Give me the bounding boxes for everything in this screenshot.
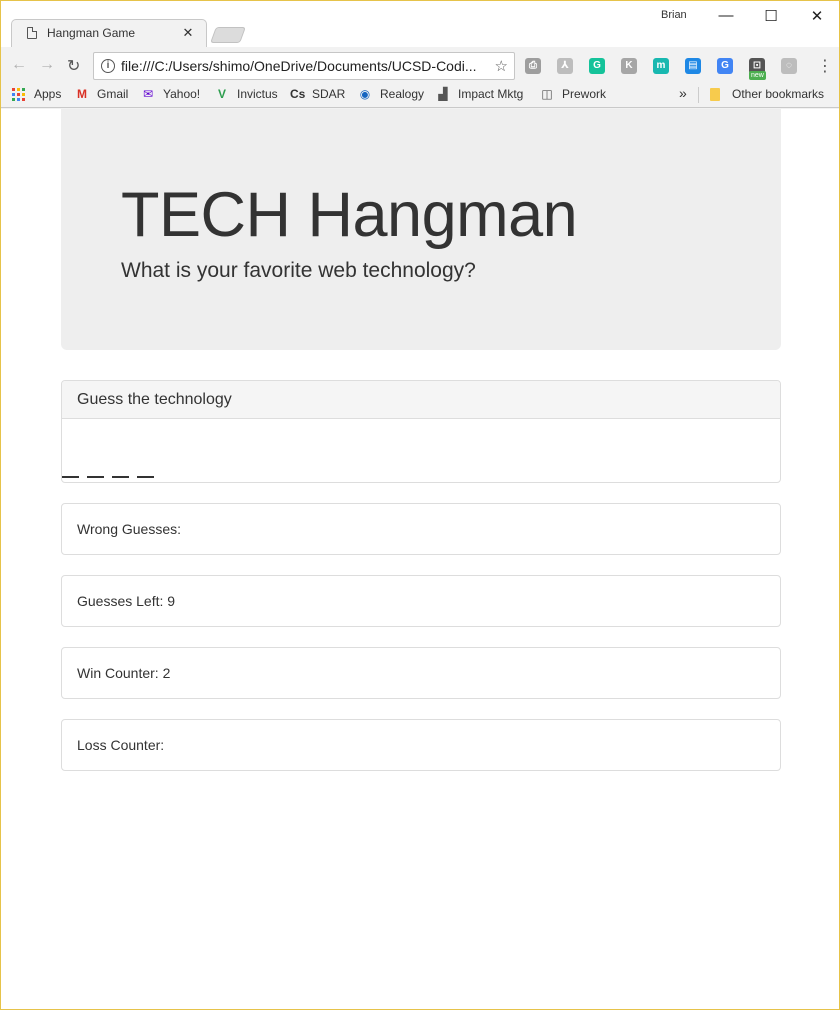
bookmark-label: Gmail [97,87,129,101]
letter-blank [87,476,104,478]
letter-blank [112,476,129,478]
browser-chrome: Hangman Game ✕ Brian — ☐ ✕ ← → ↻ i file:… [1,1,839,109]
guesses-left: Guesses Left: 9 [61,575,781,627]
grammarly-icon[interactable]: G [589,58,605,74]
new-badge: new [749,71,766,80]
bookmark-invictus[interactable]: V Invictus [215,87,278,101]
pdf-icon[interactable]: ⅄ [557,58,573,74]
letter-blank [137,476,154,478]
jumbotron: TECH Hangman What is your favorite web t… [61,109,781,350]
word-panel-body [62,419,780,482]
bookmark-yahoo[interactable]: ✉ Yahoo! [141,87,200,101]
bookmarks-bar: Apps M Gmail ✉ Yahoo! V Invictus Cs SDAR… [1,83,839,108]
maximize-icon[interactable]: ☐ [761,7,781,25]
word-panel: Guess the technology [61,380,781,483]
url-text[interactable]: file:///C:/Users/shimo/OneDrive/Document… [121,58,495,74]
translate-icon[interactable]: G [717,58,733,74]
bookmark-prework[interactable]: ◫ Prework [540,87,606,101]
realogy-icon: ◉ [359,87,371,101]
letter-blank [62,476,79,478]
bookmark-realogy[interactable]: ◉ Realogy [358,87,424,101]
folder-icon [710,87,720,101]
minimize-icon[interactable]: — [716,7,736,24]
page-title: TECH Hangman [121,180,578,250]
bookmark-star-icon[interactable]: ☆ [495,57,508,75]
bookmark-label: Yahoo! [163,87,201,101]
reader-icon[interactable]: ▤ [685,58,701,74]
close-window-icon[interactable]: ✕ [807,7,827,25]
browser-toolbar: ← → ↻ i file:///C:/Users/shimo/OneDrive/… [1,47,839,83]
bookmark-label: Invictus [237,87,278,101]
sdar-icon: Cs [290,87,306,101]
bookmark-gmail[interactable]: M Gmail [75,87,128,101]
profile-name[interactable]: Brian [661,9,687,21]
bookmark-label: Apps [34,87,62,101]
word-blanks [62,476,154,478]
wrong-guesses: Wrong Guesses: [61,503,781,555]
bookmark-label: Prework [562,87,607,101]
bookmarks-overflow-icon[interactable]: » [679,85,687,101]
tab-title: Hangman Game [47,26,136,40]
tab-content[interactable]: Hangman Game ✕ [19,19,199,47]
bookmark-label: Impact Mktg [458,87,524,101]
bookmark-impact-mktg[interactable]: ▟ Impact Mktg [436,87,523,101]
prework-icon: ◫ [541,87,553,101]
bookmark-other[interactable]: Other bookmarks [710,87,824,101]
info-icon[interactable]: i [101,59,115,73]
gmail-icon: M [77,87,87,101]
invictus-icon: V [217,87,226,101]
new-tab-button[interactable] [210,27,246,43]
loss-counter: Loss Counter: [61,719,781,771]
document-icon [27,27,37,39]
page-subtitle: What is your favorite web technology? [121,259,476,282]
reload-icon[interactable]: ↻ [67,56,80,76]
bookmark-sdar[interactable]: Cs SDAR [290,87,345,101]
bookmarks-divider [698,87,699,103]
print-icon[interactable]: ⎙ [525,58,541,74]
extension-k-icon[interactable]: K [621,58,637,74]
yahoo-icon: ✉ [142,87,154,101]
bookmark-label: SDAR [312,87,346,101]
extension-circle-icon[interactable]: ◌ [781,58,797,74]
impact-icon: ▟ [438,87,448,101]
word-panel-heading: Guess the technology [62,381,780,419]
win-counter: Win Counter: 2 [61,647,781,699]
bookmark-label: Realogy [380,87,425,101]
forward-arrow-icon[interactable]: → [39,56,55,74]
bookmark-label: Other bookmarks [732,87,825,101]
browser-menu-icon[interactable]: ⋮ [817,56,833,76]
apps-icon [12,87,25,101]
bookmark-apps[interactable]: Apps [12,87,61,101]
tab-close-icon[interactable]: ✕ [181,25,195,41]
back-arrow-icon[interactable]: ← [11,56,27,74]
extension-m-icon[interactable]: m [653,58,669,74]
address-bar[interactable]: i file:///C:/Users/shimo/OneDrive/Docume… [93,52,515,80]
